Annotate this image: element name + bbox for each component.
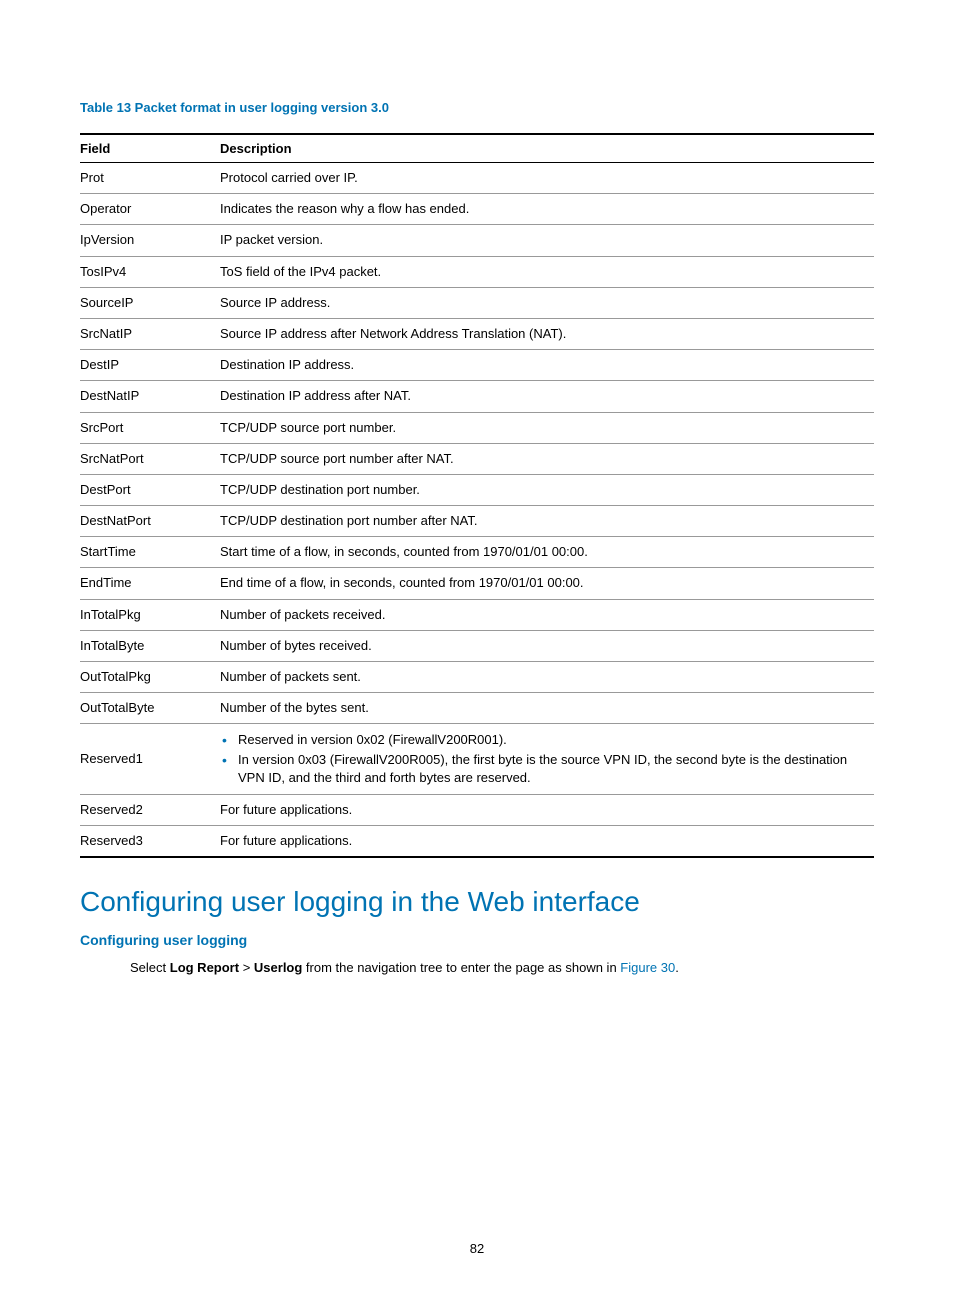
text-mid: from the navigation tree to enter the pa… bbox=[302, 960, 620, 975]
figure-link[interactable]: Figure 30 bbox=[620, 960, 675, 975]
page-number: 82 bbox=[0, 1241, 954, 1256]
cell-field: SrcNatPort bbox=[80, 443, 220, 474]
cell-field: InTotalByte bbox=[80, 630, 220, 661]
text-post: . bbox=[675, 960, 679, 975]
cell-field: OutTotalPkg bbox=[80, 662, 220, 693]
cell-description: Number of packets received. bbox=[220, 599, 874, 630]
table-header-row: Field Description bbox=[80, 134, 874, 163]
cell-description: TCP/UDP source port number. bbox=[220, 412, 874, 443]
cell-field: SrcNatIP bbox=[80, 318, 220, 349]
cell-field: IpVersion bbox=[80, 225, 220, 256]
cell-field: SourceIP bbox=[80, 287, 220, 318]
cell-description: Number of packets sent. bbox=[220, 662, 874, 693]
table-row: DestIPDestination IP address. bbox=[80, 350, 874, 381]
cell-field: Prot bbox=[80, 163, 220, 194]
table-row: Reserved1Reserved in version 0x02 (Firew… bbox=[80, 724, 874, 795]
cell-description: Start time of a flow, in seconds, counte… bbox=[220, 537, 874, 568]
table-row: IpVersionIP packet version. bbox=[80, 225, 874, 256]
cell-description: End time of a flow, in seconds, counted … bbox=[220, 568, 874, 599]
table-row: DestNatIPDestination IP address after NA… bbox=[80, 381, 874, 412]
cell-description: TCP/UDP destination port number after NA… bbox=[220, 506, 874, 537]
bullet-item: Reserved in version 0x02 (FirewallV200R0… bbox=[220, 731, 866, 749]
cell-description: TCP/UDP source port number after NAT. bbox=[220, 443, 874, 474]
table-row: Reserved3For future applications. bbox=[80, 826, 874, 858]
table-row: OutTotalByteNumber of the bytes sent. bbox=[80, 693, 874, 724]
bold-log-report: Log Report bbox=[170, 960, 239, 975]
cell-field: TosIPv4 bbox=[80, 256, 220, 287]
table-caption: Table 13 Packet format in user logging v… bbox=[80, 100, 874, 115]
text-gt: > bbox=[239, 960, 254, 975]
table-row: SrcPortTCP/UDP source port number. bbox=[80, 412, 874, 443]
table-row: ProtProtocol carried over IP. bbox=[80, 163, 874, 194]
cell-field: DestNatPort bbox=[80, 506, 220, 537]
cell-field: SrcPort bbox=[80, 412, 220, 443]
cell-field: Reserved3 bbox=[80, 826, 220, 858]
cell-description: Source IP address after Network Address … bbox=[220, 318, 874, 349]
cell-field: Operator bbox=[80, 194, 220, 225]
table-row: SrcNatPortTCP/UDP source port number aft… bbox=[80, 443, 874, 474]
table-row: InTotalByteNumber of bytes received. bbox=[80, 630, 874, 661]
instruction-text: Select Log Report > Userlog from the nav… bbox=[130, 958, 874, 978]
table-row: TosIPv4ToS field of the IPv4 packet. bbox=[80, 256, 874, 287]
cell-description: Source IP address. bbox=[220, 287, 874, 318]
col-header-field: Field bbox=[80, 134, 220, 163]
bold-userlog: Userlog bbox=[254, 960, 302, 975]
table-row: DestPortTCP/UDP destination port number. bbox=[80, 474, 874, 505]
sub-heading: Configuring user logging bbox=[80, 932, 874, 948]
cell-description: Destination IP address. bbox=[220, 350, 874, 381]
cell-field: Reserved1 bbox=[80, 724, 220, 795]
cell-description: For future applications. bbox=[220, 794, 874, 825]
cell-description: Reserved in version 0x02 (FirewallV200R0… bbox=[220, 724, 874, 795]
cell-description: Destination IP address after NAT. bbox=[220, 381, 874, 412]
cell-description: For future applications. bbox=[220, 826, 874, 858]
table-row: StartTimeStart time of a flow, in second… bbox=[80, 537, 874, 568]
cell-field: DestNatIP bbox=[80, 381, 220, 412]
cell-description: ToS field of the IPv4 packet. bbox=[220, 256, 874, 287]
cell-description: Indicates the reason why a flow has ende… bbox=[220, 194, 874, 225]
section-heading: Configuring user logging in the Web inte… bbox=[80, 886, 874, 918]
bullet-item: In version 0x03 (FirewallV200R005), the … bbox=[220, 751, 866, 787]
table-row: EndTimeEnd time of a flow, in seconds, c… bbox=[80, 568, 874, 599]
cell-description: Number of bytes received. bbox=[220, 630, 874, 661]
cell-field: EndTime bbox=[80, 568, 220, 599]
table-row: SourceIPSource IP address. bbox=[80, 287, 874, 318]
col-header-description: Description bbox=[220, 134, 874, 163]
table-row: Reserved2For future applications. bbox=[80, 794, 874, 825]
table-row: OperatorIndicates the reason why a flow … bbox=[80, 194, 874, 225]
bullet-list: Reserved in version 0x02 (FirewallV200R0… bbox=[220, 731, 866, 787]
cell-description: Protocol carried over IP. bbox=[220, 163, 874, 194]
cell-field: Reserved2 bbox=[80, 794, 220, 825]
cell-field: DestIP bbox=[80, 350, 220, 381]
cell-description: Number of the bytes sent. bbox=[220, 693, 874, 724]
table-row: SrcNatIPSource IP address after Network … bbox=[80, 318, 874, 349]
cell-description: TCP/UDP destination port number. bbox=[220, 474, 874, 505]
cell-description: IP packet version. bbox=[220, 225, 874, 256]
table-row: InTotalPkgNumber of packets received. bbox=[80, 599, 874, 630]
cell-field: DestPort bbox=[80, 474, 220, 505]
table-row: OutTotalPkgNumber of packets sent. bbox=[80, 662, 874, 693]
cell-field: OutTotalByte bbox=[80, 693, 220, 724]
table-row: DestNatPortTCP/UDP destination port numb… bbox=[80, 506, 874, 537]
cell-field: InTotalPkg bbox=[80, 599, 220, 630]
packet-format-table: Field Description ProtProtocol carried o… bbox=[80, 133, 874, 858]
cell-field: StartTime bbox=[80, 537, 220, 568]
text-pre: Select bbox=[130, 960, 170, 975]
